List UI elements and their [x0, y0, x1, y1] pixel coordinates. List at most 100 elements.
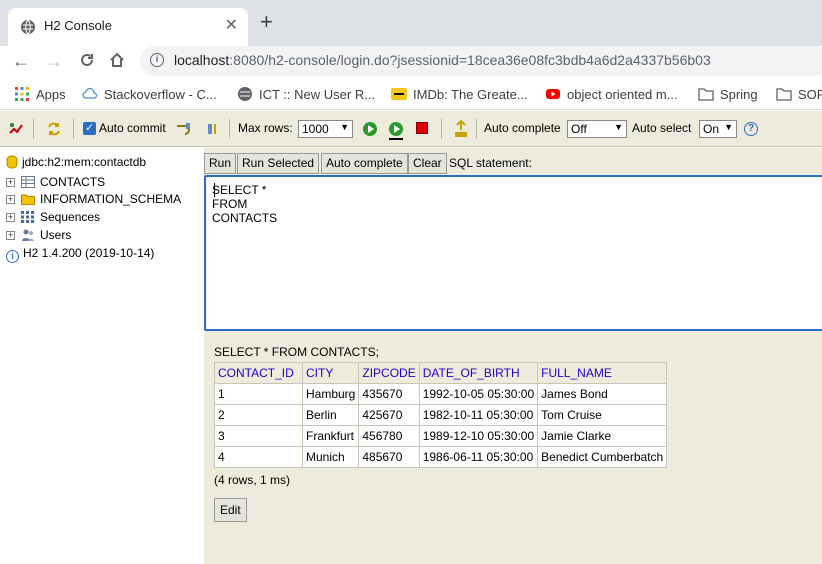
expand-icon[interactable]: +: [6, 213, 15, 222]
back-icon[interactable]: ←: [12, 50, 30, 72]
run-selected-icon[interactable]: [389, 122, 403, 140]
reload-icon[interactable]: [78, 51, 96, 69]
tree-item-label: INFORMATION_SCHEMA: [40, 192, 182, 206]
info-icon: i: [6, 250, 19, 263]
bookmark-label: SOF: [798, 87, 822, 102]
folder-icon: [21, 194, 35, 205]
bookmarks-bar: Apps Stackoverflow - C... ICT :: New Use…: [0, 76, 822, 110]
result-area: SELECT * FROM CONTACTS; CONTACT_ID CITY …: [214, 345, 668, 487]
bookmark-folder-spring[interactable]: Spring: [698, 86, 758, 102]
table-cell: Jamie Clarke: [537, 425, 668, 447]
run-selected-button[interactable]: Run Selected: [237, 153, 320, 174]
sql-editor[interactable]: SELECT * FROM CONTACTS: [204, 175, 822, 331]
auto-complete-select[interactable]: Off ▼: [567, 120, 627, 138]
run-button[interactable]: Run: [204, 153, 237, 174]
chevron-down-icon: ▼: [614, 122, 623, 132]
table-cell: 3: [214, 425, 303, 447]
max-rows-label: Max rows:: [238, 121, 293, 135]
url-text[interactable]: localhost:8080/h2-console/login.do?jsess…: [174, 52, 711, 68]
table-row: 4 Munich 485670 1986-06-11 05:30:00 Bene…: [214, 446, 668, 468]
new-tab-icon[interactable]: +: [260, 11, 273, 33]
run-icon[interactable]: [363, 122, 377, 136]
table-icon: [21, 176, 35, 188]
folder-icon: [698, 88, 714, 101]
table-cell: Frankfurt: [301, 425, 360, 447]
edit-button[interactable]: Edit: [214, 498, 247, 522]
bookmark-ict[interactable]: ICT :: New User R...: [237, 86, 375, 102]
expand-icon[interactable]: +: [6, 195, 15, 204]
table-cell: 1986-06-11 05:30:00: [418, 446, 539, 468]
auto-select-label: Auto select: [632, 121, 692, 135]
help-icon[interactable]: ?: [744, 122, 758, 136]
chevron-down-icon: ▼: [724, 122, 733, 132]
info-icon[interactable]: i: [150, 53, 164, 67]
column-header[interactable]: ZIPCODE: [358, 362, 420, 384]
tree-item-sequences[interactable]: + Sequences: [6, 210, 100, 224]
toolbar-separator: [73, 119, 74, 139]
table-cell: 435670: [358, 383, 420, 405]
table-cell: 456780: [358, 425, 420, 447]
history-icon[interactable]: [453, 119, 469, 139]
auto-select-select[interactable]: On ▼: [699, 120, 737, 138]
expand-icon[interactable]: +: [6, 231, 15, 240]
database-icon: [6, 155, 18, 169]
max-rows-select[interactable]: 1000 ▼: [298, 120, 353, 138]
auto-commit-checkbox[interactable]: ✓: [83, 122, 96, 135]
home-icon[interactable]: [108, 51, 126, 69]
table-cell: 425670: [358, 404, 420, 426]
result-query: SELECT * FROM CONTACTS;: [214, 345, 379, 359]
table-cell: Munich: [301, 446, 360, 468]
disconnect-icon[interactable]: [8, 121, 24, 137]
h2-toolbar: ✓ Auto commit Max rows: 1000 ▼ Auto compl…: [0, 111, 822, 147]
bookmark-youtube[interactable]: object oriented m...: [545, 86, 678, 102]
toolbar-separator: [229, 119, 230, 139]
globe-icon: [21, 19, 35, 35]
users-icon: [22, 229, 34, 241]
table-cell: Benedict Cumberbatch: [537, 446, 668, 468]
table-cell: 1989-12-10 05:30:00: [418, 425, 539, 447]
address-bar[interactable]: i localhost:8080/h2-console/login.do?jse…: [140, 46, 822, 76]
column-header[interactable]: DATE_OF_BIRTH: [418, 362, 539, 384]
chevron-down-icon: ▼: [340, 122, 349, 132]
table-cell: 4: [214, 446, 303, 468]
row-count-info: (4 rows, 1 ms): [214, 473, 291, 487]
table-cell: 1982-10-11 05:30:00: [418, 404, 539, 426]
bookmark-folder-sof[interactable]: SOF: [776, 86, 822, 102]
browser-tab-strip: H2 Console ✕ +: [0, 0, 822, 46]
bookmark-apps[interactable]: Apps: [14, 86, 66, 102]
table-cell: 2: [214, 404, 303, 426]
schema-tree: jdbc:h2:mem:contactdb + CONTACTS + INFORMA…: [0, 148, 204, 564]
commit-icon[interactable]: [205, 121, 221, 137]
clear-button[interactable]: Clear: [408, 153, 447, 174]
tree-item-users[interactable]: + Users: [6, 228, 71, 242]
auto-complete-value: Off: [571, 122, 587, 136]
tree-item-label: Users: [40, 228, 72, 242]
tree-item-label: CONTACTS: [40, 175, 106, 189]
column-header[interactable]: CONTACT_ID: [214, 362, 303, 384]
sequence-icon: [21, 211, 34, 223]
column-header[interactable]: FULL_NAME: [537, 362, 668, 384]
bookmark-label: Stackoverflow - C...: [104, 87, 217, 102]
column-header[interactable]: CITY: [301, 362, 360, 384]
expand-icon[interactable]: +: [6, 178, 15, 187]
bookmark-imdb[interactable]: IMDb: The Greate...: [391, 86, 528, 102]
connection-label: jdbc:h2:mem:contactdb: [22, 155, 147, 169]
refresh-icon[interactable]: [46, 121, 62, 137]
folder-icon: [776, 88, 792, 101]
tree-item-information-schema[interactable]: + INFORMATION_SCHEMA: [6, 192, 181, 206]
url-host: localhost: [174, 52, 230, 68]
text-caret: [214, 183, 215, 197]
tree-connection[interactable]: jdbc:h2:mem:contactdb: [6, 155, 146, 169]
bookmark-stackoverflow[interactable]: Stackoverflow - C...: [82, 86, 217, 102]
auto-complete-button[interactable]: Auto complete: [321, 153, 408, 174]
browser-tab[interactable]: H2 Console ✕: [8, 8, 248, 46]
query-pane: Run Run Selected Auto complete Clear SQL…: [204, 148, 822, 564]
table-cell: Hamburg: [301, 383, 360, 405]
table-cell: Berlin: [301, 404, 360, 426]
bookmark-label: Spring: [720, 87, 758, 102]
forward-icon[interactable]: →: [45, 50, 63, 72]
rollback-icon[interactable]: [175, 121, 191, 137]
close-tab-icon[interactable]: ✕: [225, 15, 238, 35]
tree-item-contacts[interactable]: + CONTACTS: [6, 175, 105, 189]
stop-icon[interactable]: [416, 122, 428, 134]
